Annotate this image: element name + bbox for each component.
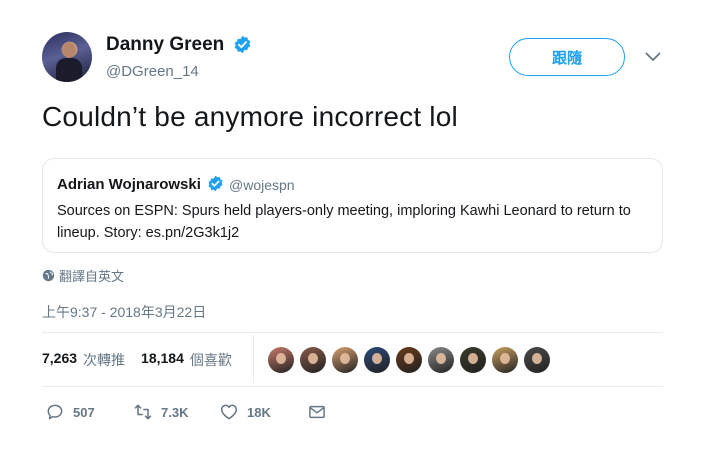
like-label: 個喜歡 (189, 352, 232, 368)
tweet-text: Couldn’t be anymore incorrect lol (42, 101, 458, 132)
avatar-head-shape (62, 42, 76, 58)
profile-avatar[interactable] (42, 32, 92, 82)
quoted-author-name: Adrian Wojnarowski (57, 176, 201, 193)
retweet-label: 次轉推 (83, 352, 126, 368)
liker-avatar[interactable] (492, 347, 518, 373)
retweet-action-count: 7.3K (161, 404, 189, 420)
liker-avatar[interactable] (332, 347, 358, 373)
stats-divider-top (42, 332, 663, 333)
liker-avatar[interactable] (364, 347, 390, 373)
chevron-down-icon[interactable] (645, 52, 661, 62)
avatar-body-shape (56, 58, 82, 82)
tweet-actions: 507 7.3K 18K (45, 402, 327, 422)
verified-badge-icon (234, 35, 251, 54)
quoted-author-handle: @wojespn (229, 177, 295, 193)
quoted-tweet-text: Sources on ESPN: Spurs held players-only… (57, 203, 631, 241)
author-name[interactable]: Danny Green (106, 34, 224, 56)
follow-button[interactable]: 跟隨 (509, 38, 625, 76)
retweet-icon (134, 404, 152, 420)
like-button[interactable]: 18K (219, 402, 307, 422)
retweet-button[interactable]: 7.3K (133, 402, 219, 422)
quoted-tweet-card[interactable]: Adrian Wojnarowski @wojespn Sources on E… (42, 158, 663, 253)
stats-vertical-separator (253, 335, 254, 383)
like-action-count: 18K (247, 404, 271, 420)
retweet-stat[interactable]: 7,263 次轉推 (42, 350, 125, 370)
liker-avatar[interactable] (428, 347, 454, 373)
envelope-icon (309, 405, 325, 419)
heart-icon (220, 404, 238, 420)
liker-avatar[interactable] (268, 347, 294, 373)
translate-label: 翻譯自英文 (59, 269, 125, 284)
reply-count: 507 (73, 404, 95, 420)
liker-avatar[interactable] (300, 347, 326, 373)
direct-message-button[interactable] (307, 402, 327, 422)
retweet-count: 7,263 (42, 350, 78, 366)
stats-divider-bottom (42, 386, 663, 387)
like-stat[interactable]: 18,184 個喜歡 (141, 350, 232, 370)
reply-icon (47, 404, 63, 420)
tweet-timestamp[interactable]: 上午9:37 - 2018年3月22日 (42, 302, 206, 322)
translate-link[interactable]: 翻譯自英文 (42, 266, 124, 285)
liker-avatars (268, 347, 550, 373)
globe-icon (42, 269, 55, 282)
like-count: 18,184 (141, 350, 184, 366)
liker-avatar[interactable] (524, 347, 550, 373)
liker-avatar[interactable] (460, 347, 486, 373)
quoted-verified-badge-icon (208, 175, 223, 192)
liker-avatar[interactable] (396, 347, 422, 373)
author-handle[interactable]: @DGreen_14 (106, 63, 199, 80)
reply-button[interactable]: 507 (45, 402, 133, 422)
engagement-stats: 7,263 次轉推 18,184 個喜歡 (42, 350, 232, 370)
